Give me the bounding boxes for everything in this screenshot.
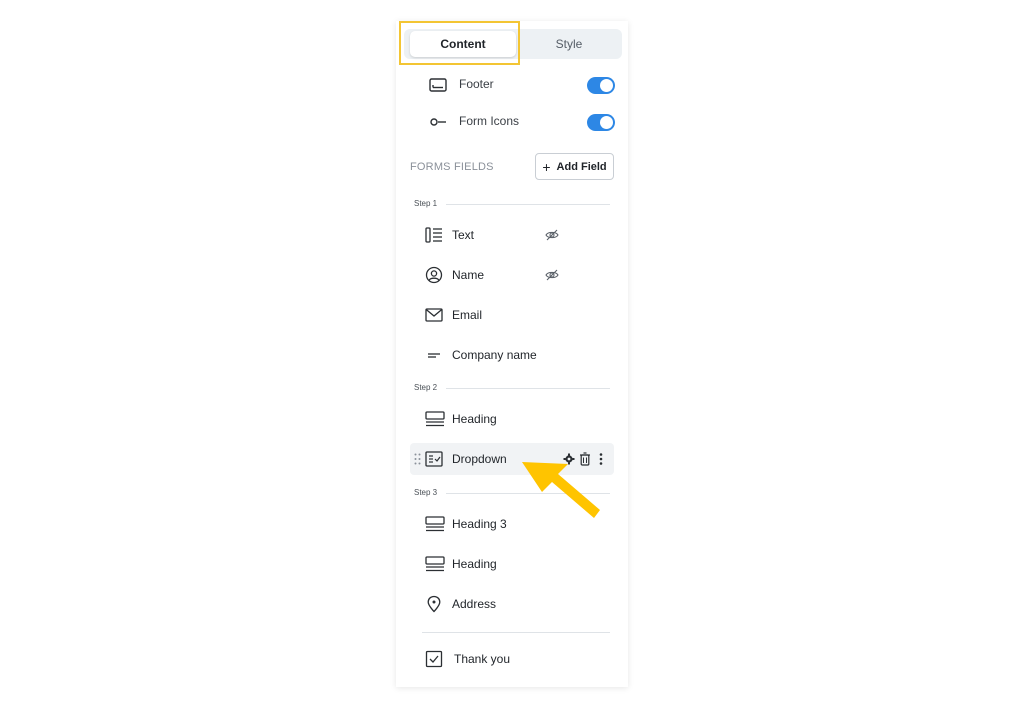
form-icons-label: Form Icons xyxy=(459,114,520,128)
pointer-arrow-icon xyxy=(514,452,610,522)
drag-handle-icon[interactable] xyxy=(414,453,421,465)
field-label: Heading 3 xyxy=(452,517,507,531)
tab-bar: Content Style xyxy=(404,29,622,59)
step-1-label: Step 1 xyxy=(414,199,438,208)
form-settings-panel: Content Style Footer Form Icons FORMS FI… xyxy=(396,21,628,687)
field-label: Company name xyxy=(452,348,537,362)
footer-icon xyxy=(429,76,447,94)
footer-switch[interactable] xyxy=(587,77,615,94)
forms-fields-heading: FORMS FIELDS xyxy=(410,161,494,173)
field-label: Heading xyxy=(452,412,497,426)
checkbox-icon xyxy=(425,650,443,668)
form-icons-toggle-row: Form Icons xyxy=(396,111,628,133)
heading-icon xyxy=(425,410,445,428)
map-pin-icon xyxy=(425,595,443,613)
short-text-icon xyxy=(425,346,443,364)
heading-icon xyxy=(425,555,445,573)
form-icons-switch[interactable] xyxy=(587,114,615,131)
text-field-icon xyxy=(425,226,443,244)
mail-icon xyxy=(425,306,443,324)
field-name[interactable]: Name xyxy=(410,259,614,291)
tab-content[interactable]: Content xyxy=(410,31,516,57)
field-thank-you[interactable]: Thank you xyxy=(410,643,614,675)
user-icon xyxy=(425,266,443,284)
field-label: Thank you xyxy=(454,652,511,666)
step-1-divider xyxy=(446,204,610,205)
plus-icon: + xyxy=(542,158,551,175)
thank-you-divider xyxy=(422,632,610,633)
field-label: Heading xyxy=(452,557,497,571)
add-field-label: Add Field xyxy=(556,160,607,173)
eye-off-icon[interactable] xyxy=(545,228,559,242)
step-2-divider xyxy=(446,388,610,389)
field-text[interactable]: Text xyxy=(410,219,614,251)
step-3-label: Step 3 xyxy=(414,488,438,497)
heading-icon xyxy=(425,515,445,533)
field-heading-step-3[interactable]: Heading xyxy=(410,548,614,580)
field-label: Email xyxy=(452,308,483,322)
form-icons-icon xyxy=(429,113,447,131)
field-label: Name xyxy=(452,268,485,282)
footer-label: Footer xyxy=(459,77,494,91)
tab-style[interactable]: Style xyxy=(522,31,616,57)
field-company-name[interactable]: Company name xyxy=(410,339,614,371)
eye-off-icon[interactable] xyxy=(545,268,559,282)
field-label: Address xyxy=(452,597,497,611)
footer-toggle-row: Footer xyxy=(396,74,628,96)
add-field-button[interactable]: + Add Field xyxy=(535,153,614,180)
field-label: Text xyxy=(452,228,475,242)
field-label: Dropdown xyxy=(452,452,507,466)
step-2-label: Step 2 xyxy=(414,383,438,392)
dropdown-icon xyxy=(425,450,443,468)
field-email[interactable]: Email xyxy=(410,299,614,331)
field-address[interactable]: Address xyxy=(410,588,614,620)
field-heading[interactable]: Heading xyxy=(410,403,614,435)
